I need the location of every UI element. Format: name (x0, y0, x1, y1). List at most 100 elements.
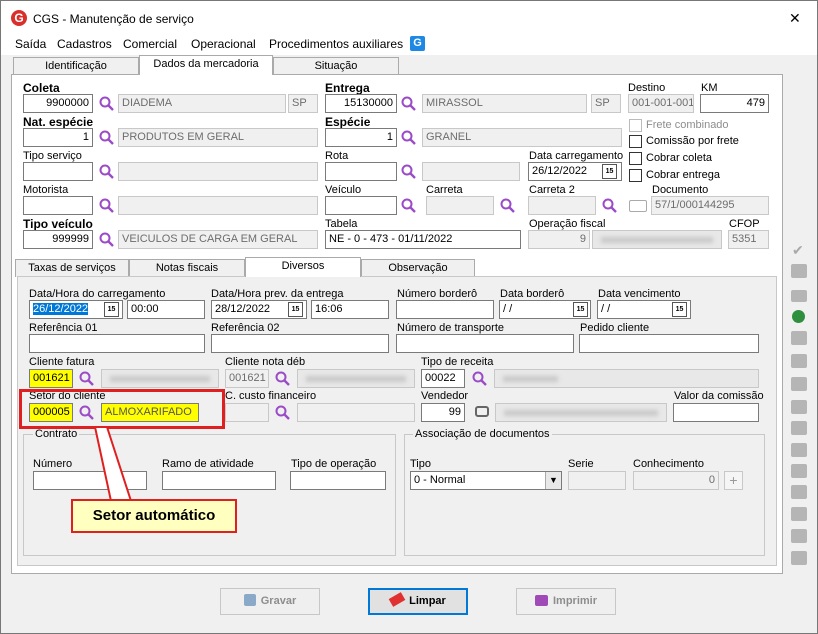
add-icon[interactable]: + (724, 471, 743, 490)
coleta-search-icon[interactable] (99, 96, 115, 112)
copy-icon[interactable] (791, 377, 807, 391)
document-icon[interactable] (791, 464, 807, 478)
cliente-nota-deb-search-icon[interactable] (275, 371, 291, 387)
app-g-icon[interactable]: G (410, 36, 425, 51)
limpar-button[interactable]: Limpar (368, 588, 468, 615)
rota-input[interactable] (325, 162, 397, 181)
tab-situacao[interactable]: Situação (273, 57, 399, 75)
entrega-code-input[interactable]: 15130000 (325, 94, 397, 113)
table-icon[interactable] (791, 485, 807, 499)
veiculo-search-icon[interactable] (401, 198, 417, 214)
dh-entrega-time-input[interactable]: 16:06 (311, 300, 389, 319)
menu-procedimentos[interactable]: Procedimentos auxiliares (269, 37, 403, 51)
comissao-frete-label: Comissão por frete (646, 135, 739, 147)
chevron-down-icon[interactable]: ▼ (545, 472, 561, 489)
book-icon[interactable] (791, 529, 807, 543)
refresh-icon[interactable] (791, 443, 807, 457)
coleta-code-input[interactable]: 9900000 (23, 94, 93, 113)
nat-especie-search-icon[interactable] (99, 130, 115, 146)
binoculars-icon[interactable] (475, 406, 489, 417)
entrega-label: Entrega (325, 81, 370, 95)
carreta-search-icon[interactable] (500, 198, 516, 214)
motorista-search-icon[interactable] (99, 198, 115, 214)
data-bordero-calendar-icon[interactable]: 15 (573, 302, 588, 317)
tipo-receita-code-input[interactable]: 00022 (421, 369, 465, 388)
dh-entrega-calendar-icon[interactable]: 15 (288, 302, 303, 317)
cidt-icon[interactable] (791, 290, 807, 302)
tab-dados-mercadoria[interactable]: Dados da mercadoria (139, 55, 273, 75)
settings-icon[interactable] (791, 551, 807, 565)
tipo-servico-input[interactable] (23, 162, 93, 181)
setor-highlight-box (19, 389, 225, 429)
operacao-fiscal-label: Operação fiscal (529, 218, 606, 230)
tab-diversos[interactable]: Diversos (245, 257, 361, 277)
tools-icon[interactable] (791, 264, 807, 278)
especie-search-icon[interactable] (401, 130, 417, 146)
assoc-tipo-select[interactable]: 0 - Normal (410, 471, 562, 490)
referencia02-input[interactable] (211, 334, 389, 353)
cliente-fatura-code-input[interactable]: 001621 (29, 369, 73, 388)
tipo-servico-search-icon[interactable] (99, 164, 115, 180)
data-bordero-label: Data borderô (500, 288, 565, 300)
vendedor-code-input[interactable]: 99 (421, 403, 465, 422)
tab-notas-fiscais[interactable]: Notas fiscais (129, 259, 245, 277)
data-vencimento-calendar-icon[interactable]: 15 (672, 302, 687, 317)
data-carregamento-calendar-icon[interactable]: 15 (602, 164, 617, 179)
globe-icon[interactable] (792, 310, 805, 323)
cliente-fatura-name-field (101, 369, 219, 388)
comissao-frete-checkbox[interactable] (629, 135, 642, 148)
close-icon[interactable]: ✕ (789, 10, 801, 27)
tab-identificacao[interactable]: Identificação (13, 57, 139, 75)
operacao-fiscal-desc-field (592, 230, 722, 249)
cliente-fatura-search-icon[interactable] (79, 371, 95, 387)
note-icon[interactable] (791, 421, 807, 435)
ramo-atividade-input[interactable] (162, 471, 276, 490)
edit-icon[interactable] (791, 400, 807, 414)
associacao-legend: Associação de documentos (413, 428, 552, 440)
veiculo-input[interactable] (325, 196, 397, 215)
tab-taxas-servicos[interactable]: Taxas de serviços (15, 259, 129, 277)
rota-search-icon[interactable] (401, 164, 417, 180)
motorista-desc-field (118, 196, 318, 215)
entrega-uf-field: SP (591, 94, 621, 113)
especie-code-input[interactable]: 1 (325, 128, 397, 147)
menu-operacional[interactable]: Operacional (191, 37, 256, 51)
tabela-field[interactable]: NE - 0 - 473 - 01/11/2022 (325, 230, 521, 249)
destino-field: 001-001-001 (628, 94, 694, 113)
c-custo-label: C. custo financeiro (225, 390, 317, 402)
gravar-button[interactable]: Gravar (220, 588, 320, 615)
tag-icon[interactable] (791, 331, 807, 345)
menu-saida[interactable]: Saída (15, 37, 46, 51)
dh-carregamento-time-input[interactable]: 00:00 (127, 300, 205, 319)
tab-observacao[interactable]: Observação (361, 259, 475, 277)
tipo-operacao-input[interactable] (290, 471, 386, 490)
c-custo-search-icon[interactable] (275, 405, 291, 421)
tipo-receita-search-icon[interactable] (472, 371, 488, 387)
associacao-groupbox (404, 434, 765, 556)
nat-especie-label: Nat. espécie (23, 115, 94, 129)
check-icon[interactable]: ✔ (792, 242, 804, 259)
carreta2-search-icon[interactable] (602, 198, 618, 214)
nat-especie-code-input[interactable]: 1 (23, 128, 93, 147)
referencia01-input[interactable] (29, 334, 205, 353)
numero-transporte-input[interactable] (396, 334, 574, 353)
truck-icon (629, 200, 647, 212)
menu-cadastros[interactable]: Cadastros (57, 37, 112, 51)
tipo-veiculo-code-input[interactable]: 999999 (23, 230, 93, 249)
km-input[interactable]: 479 (700, 94, 769, 113)
cobrar-coleta-checkbox[interactable] (629, 152, 642, 165)
pedido-cliente-input[interactable] (579, 334, 759, 353)
imprimir-button[interactable]: Imprimir (516, 588, 616, 615)
entrega-search-icon[interactable] (401, 96, 417, 112)
forward-icon[interactable] (791, 354, 807, 368)
numero-bordero-input[interactable] (396, 300, 494, 319)
data-carregamento-label: Data carregamento (529, 150, 624, 162)
cobrar-entrega-checkbox[interactable] (629, 169, 642, 182)
truck-side-icon[interactable] (791, 507, 807, 521)
motorista-input[interactable] (23, 196, 93, 215)
menu-comercial[interactable]: Comercial (123, 37, 177, 51)
frete-combinado-checkbox[interactable] (629, 119, 642, 132)
tipo-veiculo-search-icon[interactable] (99, 232, 115, 248)
dh-carregamento-calendar-icon[interactable]: 15 (104, 302, 119, 317)
valor-comissao-input[interactable] (673, 403, 759, 422)
